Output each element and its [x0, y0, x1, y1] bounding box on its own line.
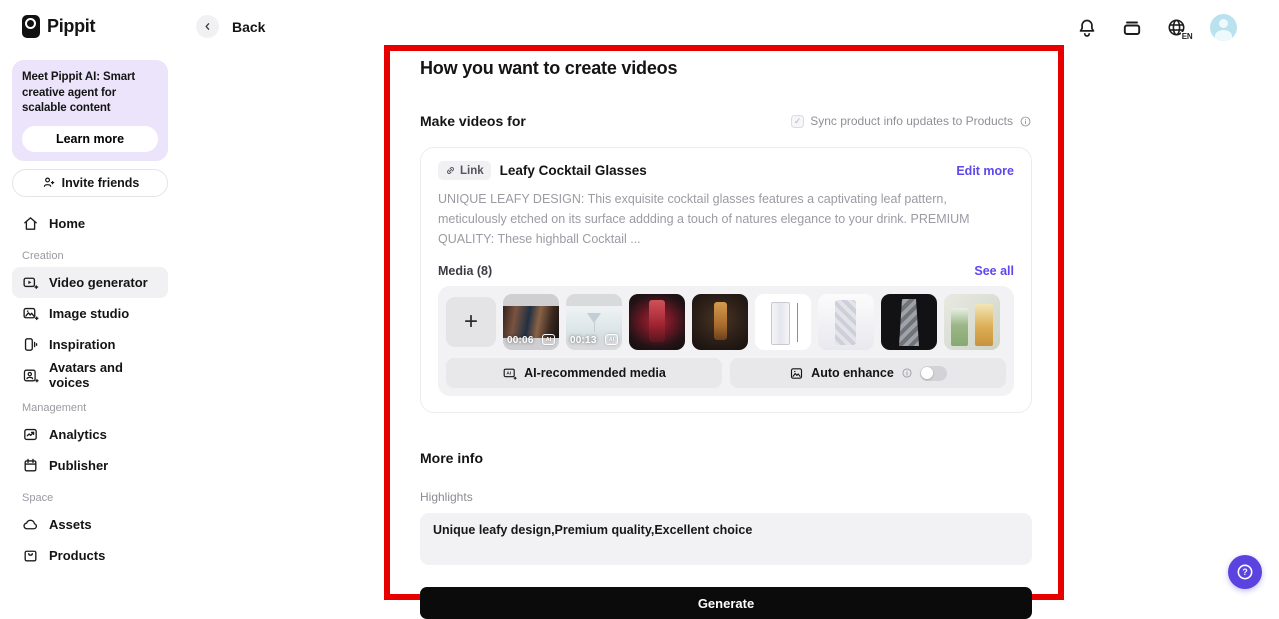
generate-button[interactable]: Generate — [420, 587, 1032, 619]
media-thumbnail-5[interactable] — [755, 294, 811, 350]
chevron-left-icon[interactable] — [196, 15, 219, 38]
auto-enhance-label: Auto enhance — [811, 366, 894, 380]
pippit-logo[interactable]: Pippit — [22, 15, 95, 38]
media-thumbnail-2[interactable]: 00:13 AI — [566, 294, 622, 350]
language-label: EN — [1181, 32, 1193, 41]
sync-checkbox[interactable]: ✓ — [791, 115, 804, 128]
promo-text: Meet Pippit AI: Smart creative agent for… — [22, 70, 158, 117]
sidebar: Meet Pippit AI: Smart creative agent for… — [0, 56, 180, 605]
sidebar-item-label: Products — [49, 548, 105, 563]
back-button[interactable]: Back — [196, 15, 265, 38]
auto-enhance-button[interactable]: Auto enhance — [730, 358, 1006, 388]
media-thumbnail-8[interactable] — [944, 294, 1000, 350]
ai-recommended-media-button[interactable]: AI AI-recommended media — [446, 358, 722, 388]
media-count-label: Media (8) — [438, 264, 492, 278]
info-icon[interactable] — [1019, 115, 1032, 128]
svg-text:AI: AI — [507, 370, 512, 375]
nav-section-label-creation: Creation — [22, 250, 168, 262]
sidebar-item-home[interactable]: Home — [12, 208, 168, 239]
auto-enhance-toggle[interactable] — [920, 366, 947, 381]
sidebar-item-label: Inspiration — [49, 337, 115, 352]
highlights-label: Highlights — [420, 490, 1032, 504]
see-all-link[interactable]: See all — [974, 264, 1014, 278]
media-thumbnail-4[interactable] — [692, 294, 748, 350]
sidebar-nav: Home Creation Video generator Image studio I… — [12, 208, 168, 571]
sidebar-item-label: Avatars and voices — [49, 360, 158, 390]
nav-section-label-space: Space — [22, 492, 168, 504]
media-box: + 00:06 AI 00:13 AI AI AI-recommended media… — [438, 286, 1014, 396]
home-icon — [22, 215, 39, 232]
analytics-icon — [22, 426, 39, 443]
product-description: UNIQUE LEAFY DESIGN: This exquisite cock… — [438, 189, 1014, 249]
highlights-input[interactable]: Unique leafy design,Premium quality,Exce… — [420, 513, 1032, 565]
sidebar-item-label: Analytics — [49, 427, 107, 442]
sidebar-item-label: Home — [49, 216, 85, 231]
brand-name: Pippit — [47, 16, 95, 37]
video-plus-icon — [22, 274, 39, 291]
video-duration-badge: 00:06 — [507, 335, 534, 346]
sidebar-item-analytics[interactable]: Analytics — [12, 419, 168, 450]
back-label: Back — [232, 19, 265, 35]
globe-language-icon[interactable]: EN — [1165, 16, 1189, 40]
media-thumbnail-1[interactable]: 00:06 AI — [503, 294, 559, 350]
ai-screen-icon: AI — [502, 366, 517, 381]
info-icon[interactable] — [901, 367, 913, 379]
ai-recommended-media-label: AI-recommended media — [524, 366, 666, 380]
sidebar-item-assets[interactable]: Assets — [12, 509, 168, 540]
invite-friends-button[interactable]: Invite friends — [12, 169, 168, 197]
sidebar-item-publisher[interactable]: Publisher — [12, 450, 168, 481]
products-icon — [22, 547, 39, 564]
sidebar-item-label: Publisher — [49, 458, 108, 473]
invite-friends-label: Invite friends — [62, 176, 140, 190]
inspiration-icon — [22, 336, 39, 353]
sidebar-item-video-generator[interactable]: Video generator — [12, 267, 168, 298]
learn-more-button[interactable]: Learn more — [22, 126, 158, 152]
question-mark-icon: ? — [1235, 562, 1255, 582]
more-info-heading: More info — [420, 450, 1032, 466]
avatars-icon — [22, 367, 39, 384]
sidebar-item-label: Image studio — [49, 306, 129, 321]
nav-section-label-management: Management — [22, 402, 168, 414]
product-card: Link Leafy Cocktail Glasses Edit more UN… — [420, 147, 1032, 413]
media-tiles: + 00:06 AI 00:13 AI — [446, 294, 1006, 350]
sidebar-item-inspiration[interactable]: Inspiration — [12, 329, 168, 360]
topbar-icons: EN — [1075, 14, 1237, 41]
video-duration-badge: 00:13 — [570, 335, 597, 346]
media-thumbnail-7[interactable] — [881, 294, 937, 350]
sidebar-item-avatars-and-voices[interactable]: Avatars and voices — [12, 360, 168, 391]
ai-generated-badge-icon: AI — [542, 334, 555, 345]
link-source-badge: Link — [438, 161, 491, 180]
edit-more-link[interactable]: Edit more — [956, 164, 1014, 178]
page-title: How you want to create videos — [420, 58, 1032, 79]
media-thumbnail-3[interactable] — [629, 294, 685, 350]
publisher-icon — [22, 457, 39, 474]
image-icon — [789, 366, 804, 381]
sync-label: Sync product info updates to Products — [810, 114, 1013, 128]
make-videos-for-label: Make videos for — [420, 113, 526, 129]
sidebar-item-label: Assets — [49, 517, 92, 532]
sidebar-item-label: Video generator — [49, 275, 148, 290]
link-icon — [445, 165, 456, 176]
add-media-button[interactable]: + — [446, 297, 496, 347]
bell-icon[interactable] — [1075, 16, 1099, 40]
sidebar-item-image-studio[interactable]: Image studio — [12, 298, 168, 329]
billing-cards-icon[interactable] — [1120, 16, 1144, 40]
product-name: Leafy Cocktail Glasses — [500, 163, 948, 178]
link-badge-label: Link — [460, 165, 484, 177]
user-avatar[interactable] — [1210, 14, 1237, 41]
image-plus-icon — [22, 305, 39, 322]
person-plus-icon — [41, 175, 56, 190]
media-thumbnail-6[interactable] — [818, 294, 874, 350]
main-content: How you want to create videos Make video… — [420, 51, 1032, 619]
assets-icon — [22, 516, 39, 533]
sidebar-item-products[interactable]: Products — [12, 540, 168, 571]
sync-product-info-row: ✓ Sync product info updates to Products — [791, 114, 1032, 128]
pippit-ai-promo-card: Meet Pippit AI: Smart creative agent for… — [12, 60, 168, 161]
ai-generated-badge-icon: AI — [605, 334, 618, 345]
svg-text:?: ? — [1242, 567, 1247, 577]
pippit-logo-icon — [22, 15, 40, 38]
help-button[interactable]: ? — [1228, 555, 1262, 589]
